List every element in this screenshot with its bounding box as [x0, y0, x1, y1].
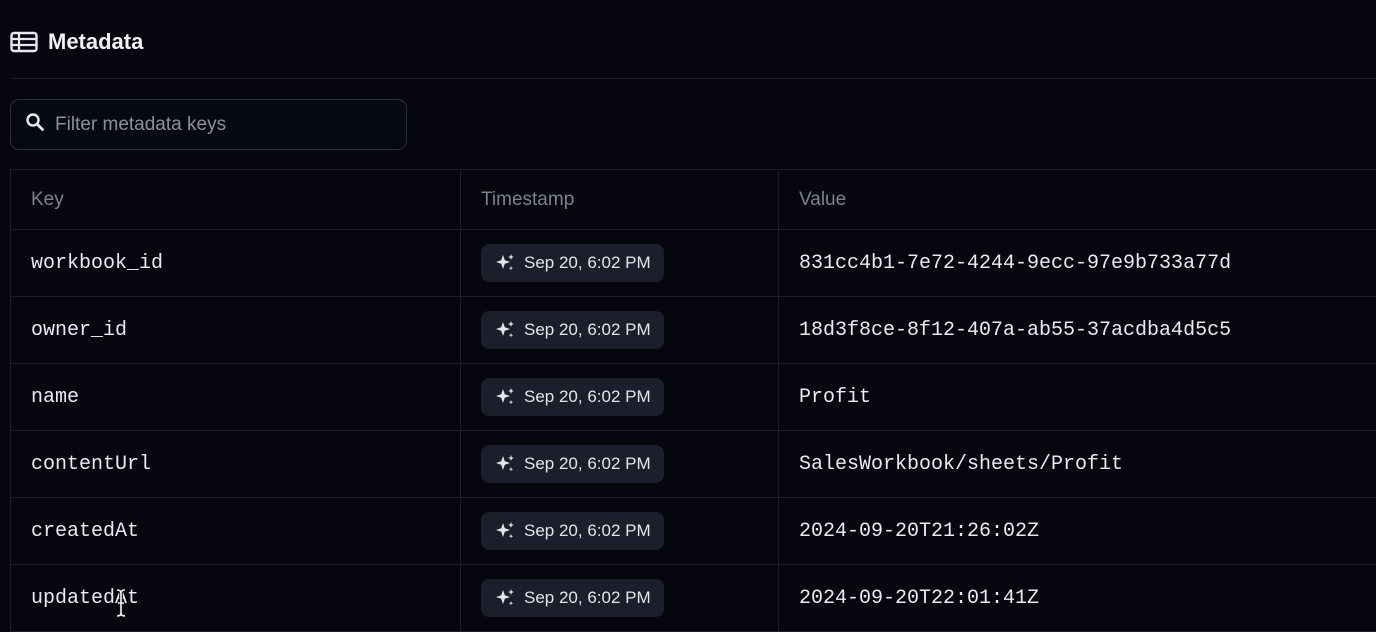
timestamp-text: Sep 20, 6:02 PM [524, 588, 651, 607]
table-row[interactable]: name Sep 20, 6:02 PM Profit [11, 364, 1376, 431]
metadata-key: createdAt [31, 519, 140, 543]
column-header-key[interactable]: Key [11, 170, 461, 229]
page-title: Metadata [48, 29, 144, 54]
timestamp-badge: Sep 20, 6:02 PM [481, 378, 664, 416]
sparkle-icon [494, 587, 516, 609]
filter-search-box[interactable] [10, 99, 407, 150]
metadata-table: Key Timestamp Value workbook_id Sep 20, 6… [10, 169, 1376, 632]
metadata-value: 18d3f8ce-8f12-407a-ab55-37acdba4d5c5 [799, 318, 1232, 342]
column-header-timestamp[interactable]: Timestamp [461, 170, 779, 229]
header-divider [10, 78, 1376, 79]
text-cursor-icon [114, 588, 128, 618]
timestamp-badge: Sep 20, 6:02 PM [481, 579, 664, 617]
timestamp-text: Sep 20, 6:02 PM [524, 454, 651, 473]
timestamp-text: Sep 20, 6:02 PM [524, 387, 651, 406]
metadata-value: 2024-09-20T22:01:41Z [799, 586, 1040, 610]
table-row[interactable]: owner_id Sep 20, 6:02 PM 18d3f8ce-8f12-407… [11, 297, 1376, 364]
table-row[interactable]: createdAt Sep 20, 6:02 PM 2024-09-20T21:26… [11, 498, 1376, 565]
column-header-value[interactable]: Value [779, 170, 1376, 229]
metadata-key: contentUrl [31, 452, 152, 476]
timestamp-text: Sep 20, 6:02 PM [524, 521, 651, 540]
sparkle-icon [494, 520, 516, 542]
table-row[interactable]: workbook_id Sep 20, 6:02 PM 831cc4b1-7e72-… [11, 230, 1376, 297]
timestamp-text: Sep 20, 6:02 PM [524, 320, 651, 339]
timestamp-badge: Sep 20, 6:02 PM [481, 244, 664, 282]
search-input[interactable] [55, 113, 385, 136]
sparkle-icon [494, 319, 516, 341]
timestamp-badge: Sep 20, 6:02 PM [481, 445, 664, 483]
timestamp-badge: Sep 20, 6:02 PM [481, 512, 664, 550]
sparkle-icon [494, 453, 516, 475]
page-header: Metadata [10, 26, 143, 58]
timestamp-badge: Sep 20, 6:02 PM [481, 311, 664, 349]
table-row[interactable]: contentUrl Sep 20, 6:02 PM SalesWorkbook/s… [11, 431, 1376, 498]
sparkle-icon [494, 252, 516, 274]
search-icon [25, 112, 45, 137]
metadata-value: 831cc4b1-7e72-4244-9ecc-97e9b733a77d [799, 251, 1232, 275]
timestamp-text: Sep 20, 6:02 PM [524, 253, 651, 272]
metadata-value: SalesWorkbook/sheets/Profit [799, 452, 1124, 476]
metadata-key: owner_id [31, 318, 128, 342]
table-icon [10, 31, 38, 53]
metadata-key: name [31, 385, 80, 409]
table-row[interactable]: updatedAt Sep 20, 6:02 PM 2024-09-20T22:01… [11, 565, 1376, 632]
metadata-value: Profit [799, 385, 872, 409]
metadata-key: workbook_id [31, 251, 164, 275]
metadata-value: 2024-09-20T21:26:02Z [799, 519, 1040, 543]
table-header-row: Key Timestamp Value [11, 170, 1376, 230]
sparkle-icon [494, 386, 516, 408]
